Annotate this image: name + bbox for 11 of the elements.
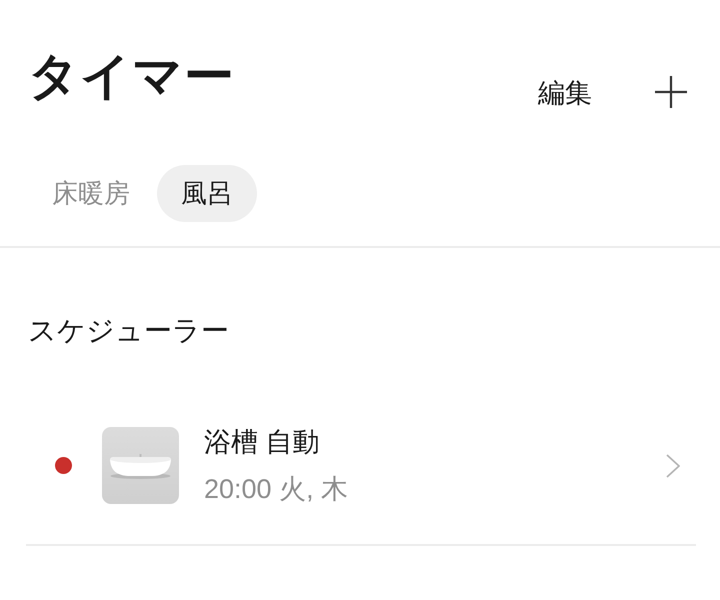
add-icon xyxy=(654,75,688,109)
schedule-item[interactable]: 浴槽 自動 20:00 火, 木 xyxy=(26,426,696,546)
bathtub-icon xyxy=(102,427,179,504)
tab[interactable]: 風呂 xyxy=(157,165,257,222)
chevron-right-icon xyxy=(666,454,680,478)
item-schedule: 20:00 火, 木 xyxy=(204,473,350,506)
edit-button[interactable]: 編集 xyxy=(538,77,592,110)
page-title: タイマー xyxy=(28,47,235,106)
item-title: 浴槽 自動 xyxy=(204,426,321,458)
add-button[interactable] xyxy=(654,75,688,109)
section-title: スケジューラー xyxy=(28,314,230,348)
